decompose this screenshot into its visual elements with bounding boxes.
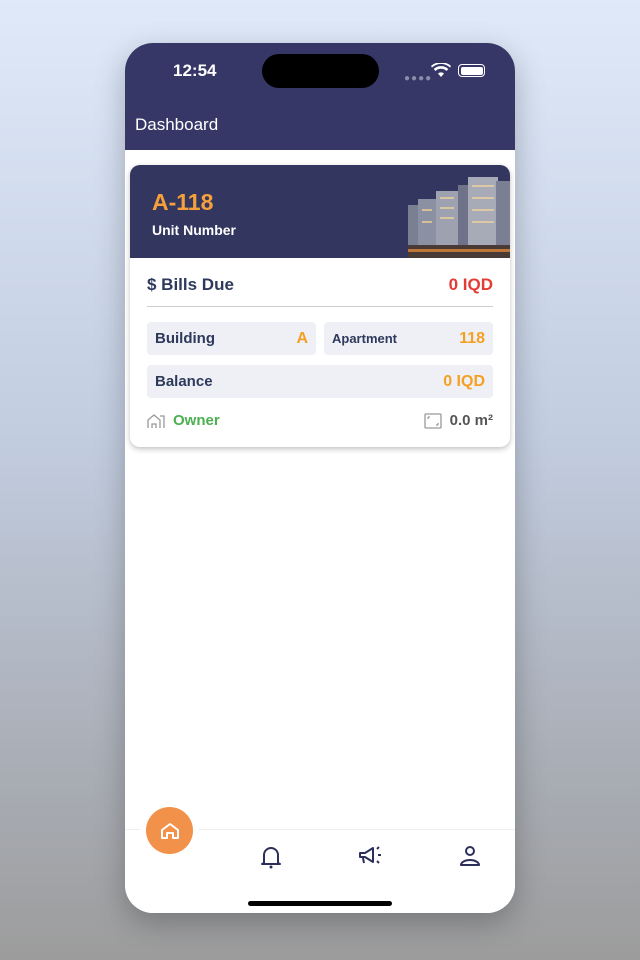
megaphone-icon[interactable] (358, 845, 384, 867)
phone-screen: 12:54 ●●●● Dashboard A-118 Unit Number $… (125, 43, 515, 913)
balance-label: Balance (155, 373, 213, 390)
unit-number: A-118 (152, 189, 214, 215)
home-indicator (248, 901, 392, 906)
home-icon (160, 822, 179, 839)
unit-number-label: Unit Number (152, 222, 236, 238)
divider (147, 306, 493, 307)
app-header: 12:54 ●●●● Dashboard (125, 43, 515, 150)
bell-icon[interactable] (260, 845, 282, 869)
apartment-field: Apartment 118 (324, 322, 493, 355)
user-icon[interactable] (459, 845, 481, 867)
area-icon (423, 412, 442, 429)
building-field: Building A (147, 322, 316, 355)
unit-card-header: A-118 Unit Number (130, 165, 510, 258)
unit-card[interactable]: A-118 Unit Number $ Bills Due 0 IQD Buil… (130, 165, 510, 447)
balance-value: 0 IQD (443, 372, 485, 390)
balance-field: Balance 0 IQD (147, 365, 493, 398)
page-title: Dashboard (135, 115, 219, 134)
bills-due-value: 0 IQD (448, 275, 493, 294)
apartment-label: Apartment (332, 331, 398, 346)
wifi-icon (431, 63, 451, 77)
area: 0.0 m² (423, 412, 493, 429)
battery-icon (458, 64, 485, 77)
dynamic-island (262, 54, 379, 88)
ownership: Owner (147, 412, 220, 429)
area-value: 0.0 m² (449, 412, 493, 429)
building-image (408, 177, 510, 258)
bills-due-label: $ Bills Due (147, 275, 234, 294)
bills-due-row[interactable]: $ Bills Due 0 IQD (147, 275, 493, 295)
building-value: A (296, 329, 308, 347)
status-time: 12:54 (173, 61, 217, 80)
ownership-status: Owner (173, 412, 220, 429)
signal-icon: ●●●● (404, 73, 433, 84)
building-icon (147, 413, 165, 428)
nav-home-button[interactable] (146, 807, 193, 854)
building-label: Building (155, 330, 215, 347)
apartment-value: 118 (459, 329, 485, 347)
